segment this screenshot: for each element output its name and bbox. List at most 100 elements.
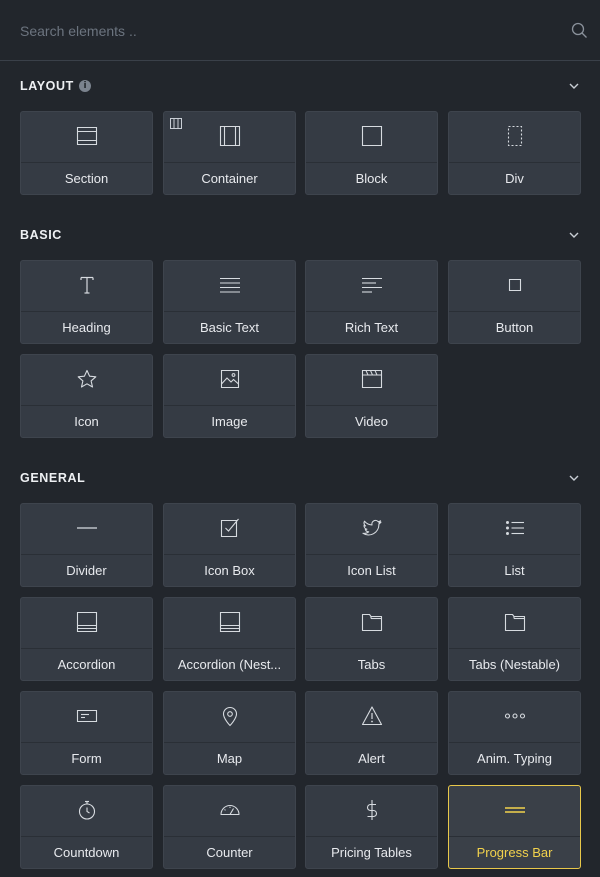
tile-divider (21, 648, 152, 649)
tile-divider (449, 162, 580, 163)
video-icon (360, 367, 384, 391)
tile-label: List (504, 563, 525, 578)
tile-label: Div (505, 171, 524, 186)
element-tile-section[interactable]: Section (20, 111, 153, 195)
section-header-general[interactable]: GENERAL (0, 467, 600, 489)
element-tile-accordion[interactable]: Accordion (20, 597, 153, 681)
section-title: LAYOUT (20, 79, 74, 93)
element-tile-div[interactable]: Div (448, 111, 581, 195)
tile-divider (306, 742, 437, 743)
element-tile-progress-bar[interactable]: Progress Bar (448, 785, 581, 869)
element-tile-counter[interactable]: Counter (163, 785, 296, 869)
tile-label: Divider (66, 563, 107, 578)
element-tile-divider[interactable]: Divider (20, 503, 153, 587)
section-header-basic[interactable]: BASIC (0, 224, 600, 246)
section-header-layout[interactable]: LAYOUT i (0, 75, 600, 97)
search-bar (0, 0, 600, 61)
tabs-nestable-icon (503, 610, 527, 634)
element-tile-form[interactable]: Form (20, 691, 153, 775)
tile-label: Anim. Typing (477, 751, 552, 766)
tile-label: Pricing Tables (331, 845, 412, 860)
element-tile-container[interactable]: Container (163, 111, 296, 195)
element-tile-basic-text[interactable]: Basic Text (163, 260, 296, 344)
tile-divider (21, 742, 152, 743)
element-tile-block[interactable]: Block (305, 111, 438, 195)
tile-divider (21, 554, 152, 555)
tile-label: Map (216, 751, 243, 766)
element-tile-image[interactable]: Image (163, 354, 296, 438)
tile-label: Rich Text (344, 320, 399, 335)
tile-label: Container (201, 171, 258, 186)
tile-divider (21, 405, 152, 406)
element-tile-tabs[interactable]: Tabs (305, 597, 438, 681)
tile-label: Accordion (Nest... (177, 657, 282, 672)
element-tile-map[interactable]: Map (163, 691, 296, 775)
search-icon[interactable] (571, 22, 588, 39)
star-icon (75, 367, 99, 391)
tile-divider (306, 554, 437, 555)
tile-divider (21, 162, 152, 163)
accordion-icon (75, 610, 99, 634)
accordion-nestable-icon (218, 610, 242, 634)
tile-divider (164, 742, 295, 743)
info-icon[interactable]: i (79, 80, 91, 92)
tile-label: Progress Bar (476, 845, 553, 860)
element-tile-button[interactable]: Button (448, 260, 581, 344)
div-icon (503, 124, 527, 148)
tile-divider (306, 648, 437, 649)
tile-divider (164, 311, 295, 312)
stopwatch-icon (75, 798, 99, 822)
section-title: GENERAL (20, 471, 86, 485)
search-input[interactable] (20, 19, 540, 43)
heading-icon (75, 273, 99, 297)
element-tile-countdown[interactable]: Countdown (20, 785, 153, 869)
tile-divider (449, 311, 580, 312)
element-tile-icon[interactable]: Icon (20, 354, 153, 438)
chevron-down-icon[interactable] (568, 473, 580, 483)
element-tile-heading[interactable]: Heading (20, 260, 153, 344)
tile-divider (164, 554, 295, 555)
tile-divider (449, 742, 580, 743)
element-tile-list[interactable]: List (448, 503, 581, 587)
tile-label: Block (355, 171, 388, 186)
chevron-down-icon[interactable] (568, 81, 580, 91)
element-tile-anim-typing[interactable]: Anim. Typing (448, 691, 581, 775)
tile-label: Image (211, 414, 248, 429)
form-icon (75, 704, 99, 728)
tile-divider (449, 836, 580, 837)
tabs-icon (360, 610, 384, 634)
tile-label: Alert (358, 751, 385, 766)
tile-label: Video (354, 414, 388, 429)
list-icon (503, 516, 527, 540)
element-tile-accordion-nestable[interactable]: Accordion (Nest... (163, 597, 296, 681)
alert-icon (360, 704, 384, 728)
tile-divider (449, 648, 580, 649)
tile-divider (306, 836, 437, 837)
element-tile-rich-text[interactable]: Rich Text (305, 260, 438, 344)
tile-label: Heading (62, 320, 111, 335)
divider-icon (75, 516, 99, 540)
section-icon (75, 124, 99, 148)
element-tile-icon-list[interactable]: Icon List (305, 503, 438, 587)
map-pin-icon (218, 704, 242, 728)
element-tile-video[interactable]: Video (305, 354, 438, 438)
element-tile-alert[interactable]: Alert (305, 691, 438, 775)
element-tile-icon-box[interactable]: Icon Box (163, 503, 296, 587)
tile-label: Icon Box (204, 563, 255, 578)
tile-divider (21, 836, 152, 837)
columns-icon (170, 118, 182, 129)
rich-text-icon (360, 273, 384, 297)
tile-divider (306, 405, 437, 406)
container-icon (218, 124, 242, 148)
element-tile-tabs-nestable[interactable]: Tabs (Nestable) (448, 597, 581, 681)
tile-divider (164, 648, 295, 649)
tile-label: Basic Text (199, 320, 259, 335)
icon-box-icon (218, 516, 242, 540)
tile-divider (164, 836, 295, 837)
twitter-icon (360, 516, 384, 540)
element-tile-pricing-tables[interactable]: Pricing Tables (305, 785, 438, 869)
chevron-down-icon[interactable] (568, 230, 580, 240)
tile-divider (306, 311, 437, 312)
tile-divider (164, 162, 295, 163)
tile-label: Icon List (347, 563, 396, 578)
